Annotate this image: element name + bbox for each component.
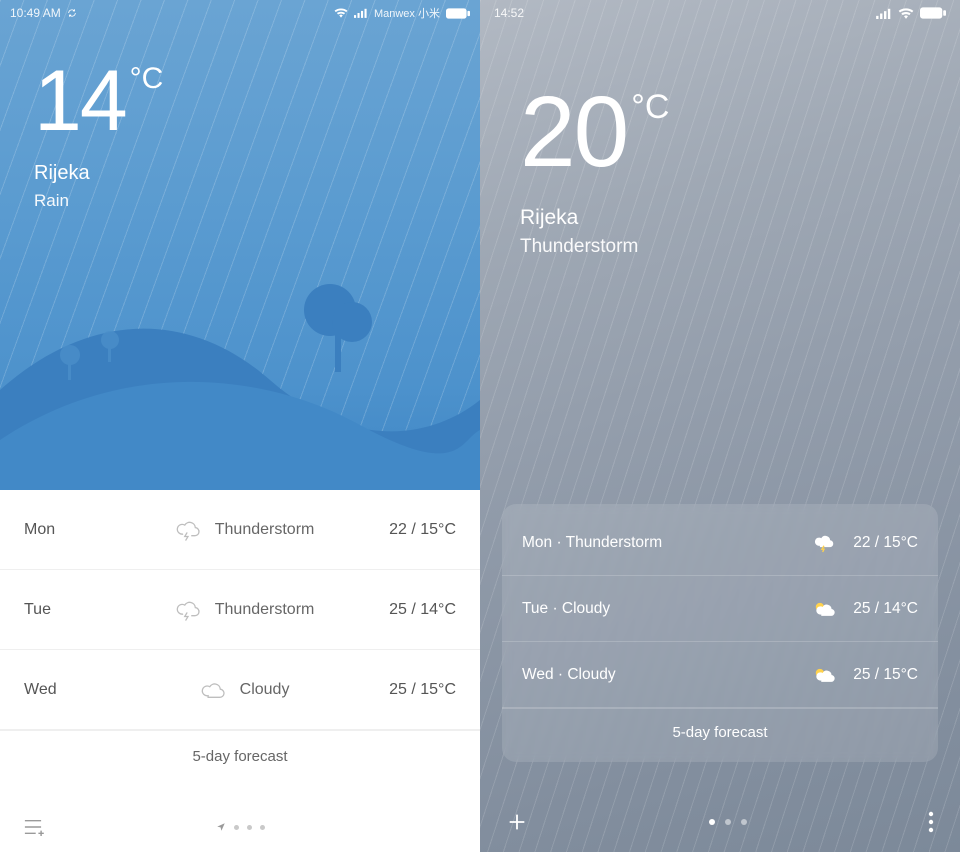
wifi-icon — [898, 8, 914, 19]
status-time: 14:52 — [494, 6, 524, 20]
page-dots[interactable] — [216, 822, 265, 832]
status-bar: 14:52 — [480, 0, 960, 26]
forecast-line: Wed · Cloudy — [522, 666, 809, 684]
current-temp: 20 — [520, 82, 627, 182]
forecast-range: 22 / 15°C — [853, 534, 918, 552]
location-name: Rijeka — [34, 162, 480, 185]
thunderstorm-icon — [813, 533, 835, 553]
forecast-cond: Cloudy — [240, 681, 290, 699]
location-name: Rijeka — [520, 206, 960, 230]
forecast-range: 25 / 14°C — [853, 600, 918, 618]
forecast-line: Mon · Thunderstorm — [522, 534, 809, 552]
forecast-cond: Thunderstorm — [215, 601, 315, 619]
more-icon[interactable] — [928, 811, 934, 833]
forecast-row[interactable]: Mon Thunderstorm 22 / 15°C — [0, 490, 480, 570]
status-carrier: Manwex 小米 — [374, 5, 440, 21]
forecast-row[interactable]: Tue · Cloudy 25 / 14°C — [502, 576, 938, 642]
signal-icon — [876, 8, 892, 19]
five-day-forecast-link[interactable]: 5-day forecast — [0, 730, 480, 782]
thunderstorm-icon — [175, 519, 201, 541]
bottom-bar — [480, 792, 960, 852]
forecast-line: Tue · Cloudy — [522, 600, 809, 618]
thunderstorm-icon — [175, 599, 201, 621]
manage-cities-icon[interactable] — [22, 818, 44, 836]
right-phone-screen: 14:52 20 °C Rijeka Thunderstorm Mon · Th… — [480, 0, 960, 852]
forecast-row[interactable]: Tue Thunderstorm 25 / 14°C — [0, 570, 480, 650]
forecast-row[interactable]: Mon · Thunderstorm 22 / 15°C — [502, 510, 938, 576]
sync-icon — [67, 8, 77, 18]
temp-unit: °C — [130, 64, 164, 94]
current-weather-block: 20 °C Rijeka Thunderstorm — [480, 82, 960, 258]
forecast-day: Tue — [24, 601, 100, 619]
partly-cloudy-icon — [813, 600, 835, 618]
forecast-day: Mon — [24, 521, 100, 539]
partly-cloudy-icon — [813, 666, 835, 684]
condition-name: Rain — [34, 191, 480, 211]
forecast-range: 25 / 15°C — [389, 681, 456, 699]
battery-icon — [920, 7, 946, 19]
signal-icon — [354, 8, 368, 18]
forecast-row[interactable]: Wed · Cloudy 25 / 15°C — [502, 642, 938, 708]
temp-unit: °C — [631, 90, 669, 124]
current-weather-block: 14 °C Rijeka Rain — [0, 58, 480, 211]
forecast-range: 25 / 15°C — [853, 666, 918, 684]
add-city-icon[interactable] — [506, 811, 528, 833]
status-bar: 10:49 AM Manwex 小米 — [0, 0, 480, 26]
forecast-range: 25 / 14°C — [389, 601, 456, 619]
forecast-panel: Mon Thunderstorm 22 / 15°C Tue Thunderst… — [0, 490, 480, 802]
battery-icon — [446, 8, 470, 19]
current-temp: 14 — [34, 58, 126, 144]
bottom-bar — [0, 802, 480, 852]
forecast-card: Mon · Thunderstorm 22 / 15°C Tue · Cloud… — [502, 504, 938, 762]
five-day-forecast-link[interactable]: 5-day forecast — [502, 708, 938, 756]
forecast-day: Wed — [24, 681, 100, 699]
location-arrow-icon — [216, 822, 226, 832]
landscape-illustration — [0, 250, 480, 490]
wifi-icon — [334, 8, 348, 18]
cloudy-icon — [200, 680, 226, 700]
status-time: 10:49 AM — [10, 6, 61, 20]
forecast-row[interactable]: Wed Cloudy 25 / 15°C — [0, 650, 480, 730]
forecast-cond: Thunderstorm — [215, 521, 315, 539]
condition-name: Thunderstorm — [520, 236, 960, 258]
page-dots[interactable] — [709, 819, 747, 825]
forecast-range: 22 / 15°C — [389, 521, 456, 539]
left-phone-screen: 10:49 AM Manwex 小米 14 °C Rijeka Rain — [0, 0, 480, 852]
